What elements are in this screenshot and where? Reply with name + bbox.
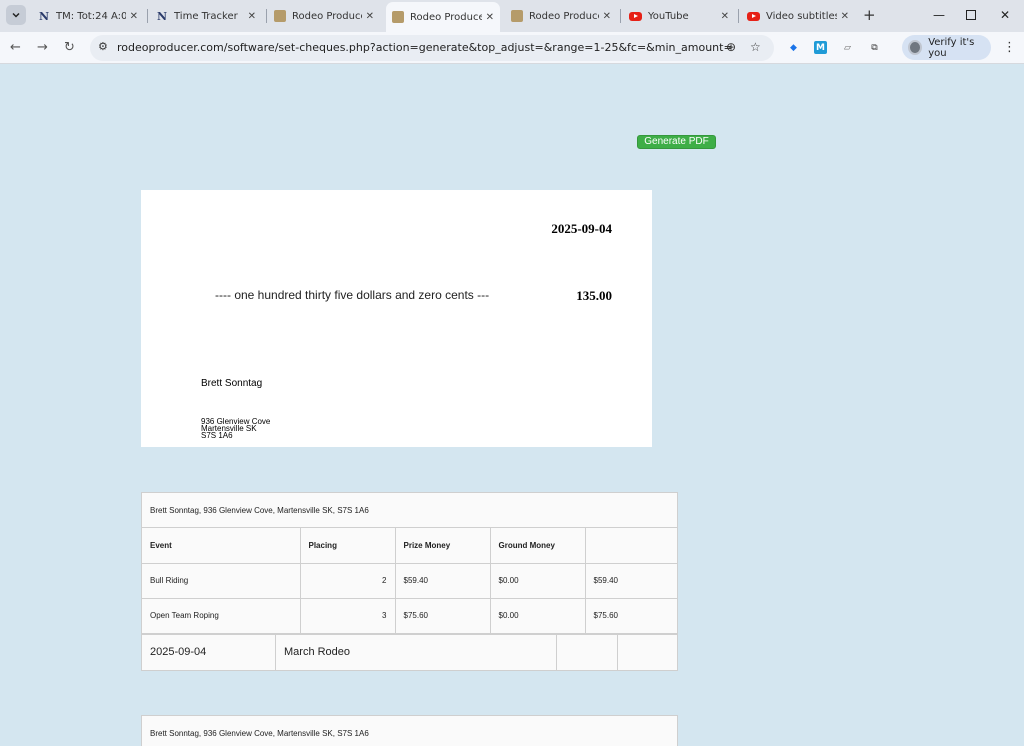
tab-label: YouTube (648, 10, 689, 22)
close-icon[interactable]: ✕ (486, 12, 494, 23)
cheque: 2025-09-04 ---- one hundred thirty five … (141, 190, 652, 447)
chevron-down-icon (12, 12, 20, 18)
table-row: Bull Riding 2 $59.40 $0.00 $59.40 (142, 563, 677, 599)
bookmark-star-icon[interactable]: ☆ (750, 40, 761, 54)
stub-header: Brett Sonntag, 936 Glenview Cove, Marten… (150, 729, 369, 738)
rodeo-icon (392, 11, 404, 23)
tab-label: Rodeo Producer (529, 10, 599, 22)
column-header: Event (142, 528, 301, 564)
stub-table: Event Placing Prize Money Ground Money B… (142, 528, 677, 634)
tab-search-button[interactable] (6, 5, 26, 25)
tab-1[interactable]: N TM: Tot:24 A:0, E ✕ (32, 4, 144, 28)
stub-footer-cell (618, 635, 677, 670)
extension-eraser-icon[interactable]: ▱ (841, 41, 854, 54)
tab-6[interactable]: YouTube ✕ (623, 4, 735, 28)
close-icon[interactable]: ✕ (130, 11, 138, 22)
youtube-icon (747, 11, 760, 21)
rodeo-icon (274, 10, 286, 22)
stub-date: 2025-09-04 (142, 634, 276, 670)
back-button[interactable]: ← (10, 40, 21, 55)
cheque-stub: Brett Sonntag, 936 Glenview Cove, Marten… (141, 492, 678, 671)
address-bar[interactable]: ⚙ rodeoproducer.com/software/set-cheques… (90, 35, 774, 61)
tab-label: Rodeo Producer (292, 10, 362, 22)
tab-divider (147, 9, 148, 23)
cheque-address: 936 Glenview Cove Martensville SK S7S 1A… (201, 418, 270, 440)
cheque-amount: 135.00 (576, 288, 612, 303)
prize-money-cell: $75.60 (395, 598, 491, 634)
tab-label: Rodeo Producer (410, 11, 482, 23)
tab-strip: N TM: Tot:24 A:0, E ✕ N Time Tracker ✕ R… (0, 0, 1024, 32)
stub-footer: 2025-09-04 March Rodeo (142, 633, 677, 670)
site-settings-icon[interactable]: ⚙ (98, 40, 108, 53)
address-line: S7S 1A6 (201, 431, 233, 440)
avatar (908, 40, 923, 55)
zoom-icon[interactable]: ⊕ (726, 40, 736, 54)
cheque-stub-2: Brett Sonntag, 936 Glenview Cove, Marten… (141, 715, 678, 746)
tab-3[interactable]: Rodeo Producer ✕ (268, 4, 380, 28)
tab-label: Video subtitles - (766, 10, 837, 22)
close-window-button[interactable]: ✕ (1000, 8, 1010, 22)
generate-pdf-button[interactable]: Generate PDF (637, 135, 716, 149)
youtube-icon (629, 11, 642, 21)
placing-cell: 3 (300, 598, 396, 634)
ground-money-cell: $0.00 (490, 598, 586, 634)
tab-divider (620, 9, 621, 23)
tab-4-active[interactable]: Rodeo Producer ✕ (386, 2, 500, 32)
total-cell: $75.60 (585, 598, 677, 634)
tab-label: Time Tracker (174, 10, 238, 22)
stub-header: Brett Sonntag, 936 Glenview Cove, Marten… (142, 493, 677, 528)
close-icon[interactable]: ✕ (248, 11, 256, 22)
rodeo-icon (511, 10, 523, 22)
browser-menu-icon[interactable]: ⋮ (1003, 40, 1016, 55)
ground-money-cell: $0.00 (490, 563, 586, 599)
prize-money-cell: $59.40 (395, 563, 491, 599)
tab-7[interactable]: Video subtitles - ✕ (741, 4, 855, 28)
column-header: Placing (300, 528, 396, 564)
cheque-payee: Brett Sonntag (201, 378, 263, 389)
column-header: Ground Money (490, 528, 586, 564)
notion-icon: N (38, 9, 50, 23)
tab-2[interactable]: N Time Tracker ✕ (150, 4, 262, 28)
event-cell: Bull Riding (142, 563, 301, 599)
stub-rodeo-name: March Rodeo (276, 634, 557, 670)
tab-divider (266, 9, 267, 23)
column-header: Prize Money (395, 528, 491, 564)
profile-verify-button[interactable]: Verify it's you (902, 35, 991, 60)
extensions-puzzle-icon[interactable]: ⧉ (868, 41, 881, 54)
event-cell: Open Team Roping (142, 598, 301, 634)
notion-icon: N (156, 9, 168, 23)
close-icon[interactable]: ✕ (603, 11, 611, 22)
browser-toolbar: ← → ↻ ⚙ rodeoproducer.com/software/set-c… (0, 32, 1024, 64)
tab-divider (738, 9, 739, 23)
cheque-amount-words: ---- one hundred thirty five dollars and… (215, 288, 490, 302)
close-icon[interactable]: ✕ (721, 11, 729, 22)
close-icon[interactable]: ✕ (841, 11, 849, 22)
new-tab-button[interactable]: + (863, 6, 876, 24)
minimize-button[interactable]: — (933, 8, 945, 22)
column-header (585, 528, 677, 564)
verify-label: Verify it's you (928, 36, 975, 59)
tab-label: TM: Tot:24 A:0, E (56, 10, 126, 22)
extension-m-icon[interactable]: M (814, 41, 827, 54)
maximize-icon (966, 10, 976, 20)
forward-button[interactable]: → (37, 40, 48, 55)
table-header-row: Event Placing Prize Money Ground Money (142, 528, 677, 564)
extension-tag-icon[interactable]: ◆ (787, 41, 800, 54)
table-row: Open Team Roping 3 $75.60 $0.00 $75.60 (142, 598, 677, 634)
cheque-date: 2025-09-04 (551, 221, 612, 236)
stub-footer-cell (557, 634, 618, 670)
close-icon[interactable]: ✕ (366, 11, 374, 22)
tab-5[interactable]: Rodeo Producer ✕ (505, 4, 617, 28)
url-text[interactable]: rodeoproducer.com/software/set-cheques.p… (117, 41, 733, 54)
placing-cell: 2 (300, 563, 396, 599)
maximize-button[interactable] (966, 9, 976, 23)
total-cell: $59.40 (585, 563, 677, 599)
reload-button[interactable]: ↻ (64, 40, 75, 55)
